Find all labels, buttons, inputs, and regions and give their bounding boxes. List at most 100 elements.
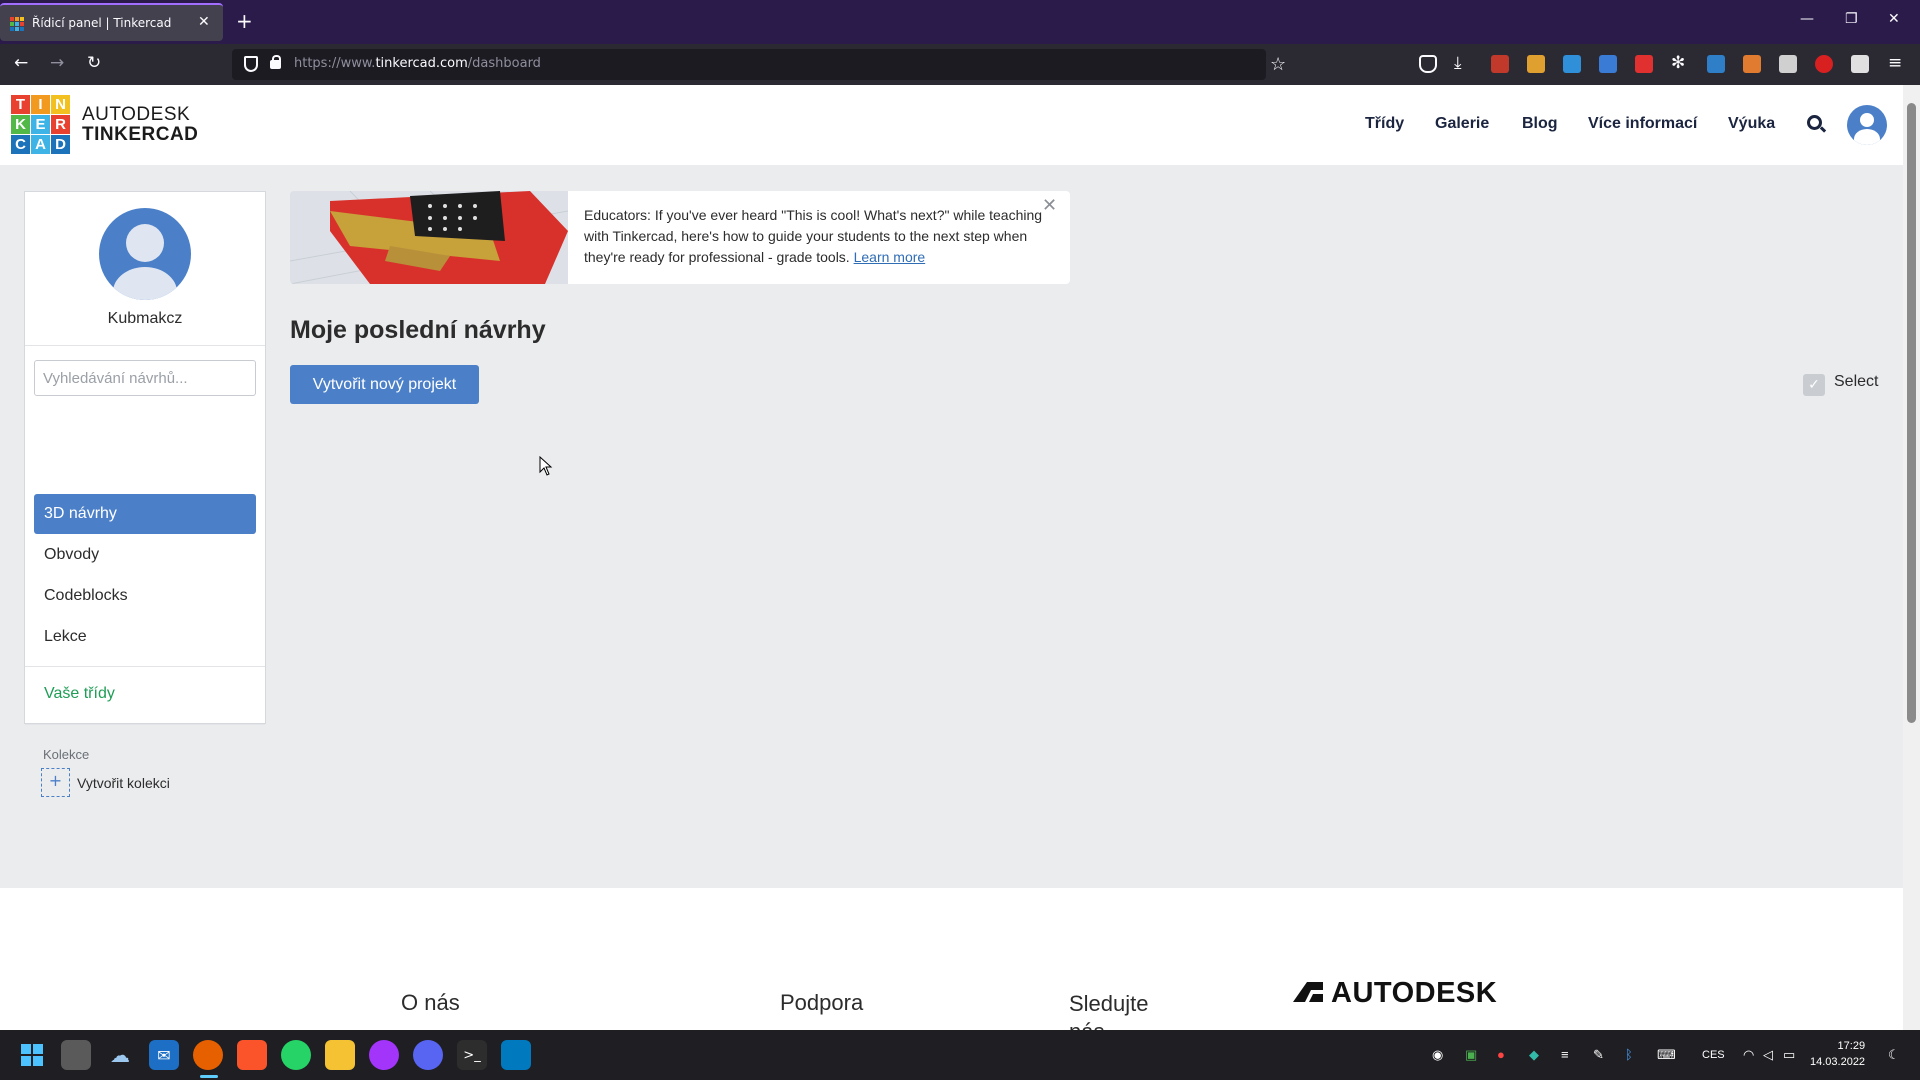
extension-icon[interactable]	[1707, 55, 1725, 73]
new-tab-icon[interactable]: +	[236, 9, 253, 33]
autodesk-mark-icon	[1293, 982, 1323, 1002]
firefox-icon[interactable]	[193, 1040, 223, 1070]
tab-title: Řídicí panel | Tinkercad	[32, 16, 172, 30]
browser-tab-bar: Řídicí panel | Tinkercad ✕ + — ❐ ✕	[0, 0, 1920, 44]
tray-app-icon[interactable]: ◉	[1432, 1047, 1443, 1063]
menu-icon[interactable]: ≡	[1888, 53, 1902, 73]
taskbar: ☁ ✉ >_ ◉ ▣ ● ◆ ≡ ✎ ᛒ ⌨ CES ◠ ◁ ▭ 17:29 1…	[0, 1030, 1920, 1080]
file-explorer-icon[interactable]	[325, 1040, 355, 1070]
footer-support-heading: Podpora	[780, 990, 864, 1015]
chrome-tray-icon[interactable]: ●	[1497, 1047, 1505, 1062]
brave-icon[interactable]	[237, 1040, 267, 1070]
volume-icon[interactable]: ◁	[1763, 1047, 1773, 1063]
bluetooth-icon[interactable]: ᛒ	[1625, 1047, 1633, 1062]
user-avatar[interactable]	[1847, 105, 1887, 145]
extension-icon[interactable]	[1851, 55, 1869, 73]
mouse-cursor-icon	[539, 456, 553, 476]
username[interactable]: Kubmakcz	[25, 310, 265, 328]
tracking-shield-icon[interactable]	[244, 56, 258, 72]
banner-image	[290, 191, 568, 284]
restore-icon[interactable]: ❐	[1845, 11, 1858, 27]
nav-gallery[interactable]: Galerie	[1435, 115, 1489, 133]
footer-follow-heading: Sledujte nás	[1069, 991, 1149, 1030]
extension-icon[interactable]	[1815, 55, 1833, 73]
bookmark-star-icon[interactable]: ☆	[1270, 54, 1286, 75]
nav-teaching[interactable]: Výuka	[1728, 115, 1775, 133]
notifications-icon[interactable]: ☾	[1888, 1047, 1900, 1063]
divider	[25, 345, 265, 346]
onedrive-icon[interactable]: ☁	[105, 1040, 135, 1070]
page: T I N K E R C A D AUTODESK TINKERCAD Tří…	[0, 85, 1903, 1030]
select-label[interactable]: Select	[1834, 373, 1878, 391]
back-icon[interactable]: ←	[14, 53, 28, 73]
url-text: https://www.tinkercad.com/dashboard	[294, 56, 541, 71]
start-icon[interactable]	[17, 1040, 47, 1070]
create-project-button[interactable]: Vytvořit nový projekt	[290, 365, 479, 404]
sidebar-item-codeblocks[interactable]: Codeblocks	[34, 576, 256, 616]
site-header: T I N K E R C A D AUTODESK TINKERCAD Tří…	[0, 85, 1903, 165]
messenger-icon[interactable]	[369, 1040, 399, 1070]
footer: O nás Podpora Sledujte nás AUTODESK	[0, 888, 1903, 1030]
terminal-icon[interactable]: >_	[457, 1040, 487, 1070]
nav-classes[interactable]: Třídy	[1365, 115, 1404, 133]
battery-icon[interactable]: ▭	[1783, 1047, 1795, 1063]
language-indicator[interactable]: CES	[1702, 1049, 1725, 1061]
clock-date: 14.03.2022	[1810, 1056, 1866, 1068]
your-classes-link[interactable]: Vaše třídy	[44, 685, 115, 703]
discord-icon[interactable]	[413, 1040, 443, 1070]
system-clock[interactable]: 17:29 14.03.2022	[1810, 1038, 1865, 1070]
footer-about-heading: O nás	[401, 990, 460, 1015]
whatsapp-icon[interactable]	[281, 1040, 311, 1070]
extension-icon[interactable]	[1635, 55, 1653, 73]
profile-avatar[interactable]	[99, 208, 191, 300]
banner-text: Educators: If you've ever heard "This is…	[584, 205, 1054, 268]
add-collection-icon[interactable]: +	[41, 768, 70, 797]
keyboard-icon[interactable]: ⌨	[1657, 1047, 1676, 1063]
design-search-input[interactable]	[34, 360, 256, 396]
metamask-icon[interactable]	[1743, 55, 1761, 73]
sidebar-item-lessons[interactable]: Lekce	[34, 617, 256, 657]
active-app-indicator	[200, 1075, 218, 1078]
lock-icon[interactable]	[270, 55, 281, 69]
defender-tray-icon[interactable]: ◆	[1529, 1047, 1539, 1063]
extension-icon[interactable]	[1527, 55, 1545, 73]
extension-icon[interactable]	[1779, 55, 1797, 73]
banner-learn-more-link[interactable]: Learn more	[854, 249, 926, 265]
trello-icon[interactable]	[501, 1040, 531, 1070]
forward-icon[interactable]: →	[50, 53, 64, 73]
mail-icon[interactable]: ✉	[149, 1040, 179, 1070]
wifi-icon[interactable]: ◠	[1743, 1047, 1754, 1063]
reload-icon[interactable]: ↻	[87, 53, 101, 73]
promo-banner: Educators: If you've ever heard "This is…	[290, 191, 1070, 284]
tab-close-icon[interactable]: ✕	[198, 14, 210, 30]
nav-blog[interactable]: Blog	[1522, 115, 1558, 133]
footer-autodesk-logo[interactable]: AUTODESK	[1331, 977, 1497, 1010]
create-collection-link[interactable]: Vytvořit kolekci	[77, 775, 170, 791]
tray-app-icon[interactable]: ≡	[1561, 1047, 1569, 1062]
divider	[25, 724, 265, 725]
select-checkbox[interactable]: ✓	[1803, 374, 1825, 396]
minimize-icon[interactable]: —	[1800, 11, 1814, 27]
pocket-icon[interactable]	[1419, 55, 1437, 73]
pen-tray-icon[interactable]: ✎	[1593, 1047, 1604, 1063]
banner-body: Educators: If you've ever heard "This is…	[584, 207, 1043, 265]
window-close-icon[interactable]: ✕	[1888, 11, 1900, 27]
tinkercad-favicon-icon	[10, 17, 24, 31]
extension-icon[interactable]	[1491, 55, 1509, 73]
extension-icon[interactable]	[1563, 55, 1581, 73]
downloads-icon[interactable]: ⤓	[1454, 53, 1462, 73]
page-scrollbar[interactable]	[1903, 85, 1920, 1030]
tray-app-icon[interactable]: ▣	[1465, 1047, 1477, 1063]
nav-learn-more[interactable]: Více informací	[1588, 115, 1697, 133]
search-icon[interactable]	[1807, 115, 1822, 130]
extension-icon[interactable]	[1599, 55, 1617, 73]
sidebar-item-circuits[interactable]: Obvody	[34, 535, 256, 575]
banner-close-icon[interactable]: ✕	[1042, 195, 1057, 216]
sidebar-item-3d-designs[interactable]: 3D návrhy	[34, 494, 256, 534]
task-view-icon[interactable]	[61, 1040, 91, 1070]
browser-tab[interactable]: Řídicí panel | Tinkercad ✕	[0, 3, 223, 41]
url-bar[interactable]: https://www.tinkercad.com/dashboard ☆	[232, 49, 1286, 80]
extension-gear-icon[interactable]: ✻	[1671, 53, 1685, 73]
scrollbar-thumb[interactable]	[1907, 103, 1916, 723]
sidebar: Kubmakcz 3D návrhy Obvody Codeblocks Lek…	[24, 191, 266, 797]
